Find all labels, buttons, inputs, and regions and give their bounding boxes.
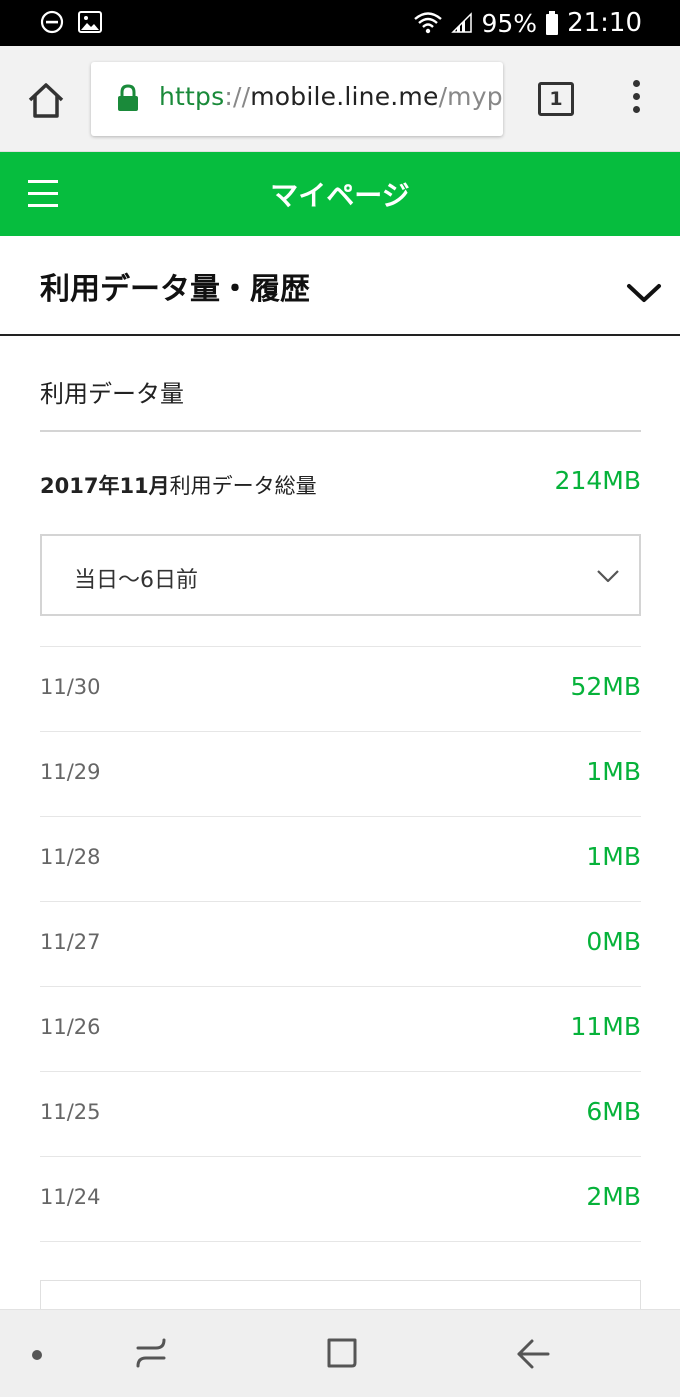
address-bar[interactable]: https://mobile.line.me/myp (91, 62, 503, 136)
range-select[interactable]: 当日〜6日前 (40, 534, 641, 616)
row-value: 0MB (586, 927, 641, 956)
divider (40, 430, 641, 432)
url-host: mobile.line.me (250, 82, 439, 111)
chevron-down-icon[interactable] (626, 282, 662, 304)
url-separator: :// (224, 82, 251, 111)
home-nav-icon[interactable] (326, 1337, 358, 1369)
wifi-icon (414, 12, 443, 34)
url-path: /myp (438, 82, 503, 111)
section-title: 利用データ量・履歴 (40, 272, 310, 307)
row-value: 1MB (586, 757, 641, 786)
row-date: 11/26 (40, 1015, 101, 1039)
row-date: 11/27 (40, 930, 101, 954)
table-row: 11/30 52MB (40, 647, 641, 732)
total-value: 214MB (554, 466, 641, 495)
status-left-icons (40, 10, 102, 34)
subsection-title: 利用データ量 (40, 380, 184, 408)
total-usage-row: 2017年11月利用データ総量 214MB (40, 466, 641, 500)
row-date: 11/30 (40, 675, 101, 699)
table-row: 11/28 1MB (40, 817, 641, 902)
table-row: 11/25 6MB (40, 1072, 641, 1157)
total-month: 2017年11月 (40, 474, 170, 498)
image-icon (78, 11, 102, 33)
total-label-text: 利用データ総量 (169, 474, 317, 498)
home-icon[interactable] (24, 78, 68, 122)
tab-count: 1 (549, 88, 563, 110)
app-header: マイページ (0, 152, 680, 236)
daily-usage-list: 11/30 52MB 11/29 1MB 11/28 1MB 11/27 0MB… (40, 646, 641, 1242)
table-row: 11/27 0MB (40, 902, 641, 987)
system-nav-bar (0, 1309, 680, 1397)
range-select-value: 当日〜6日前 (74, 568, 198, 593)
nav-dot-icon[interactable] (32, 1350, 42, 1360)
row-date: 11/29 (40, 760, 101, 784)
battery-percent: 95% (481, 8, 538, 38)
row-value: 2MB (586, 1182, 641, 1211)
signal-icon (451, 12, 473, 33)
lock-icon (118, 84, 138, 111)
overflow-menu-icon[interactable] (630, 80, 642, 120)
do-not-disturb-icon (40, 10, 64, 34)
battery-icon (546, 11, 559, 35)
recent-apps-icon[interactable] (134, 1336, 168, 1370)
section-header[interactable]: 利用データ量・履歴 (0, 236, 680, 336)
clock: 21:10 (567, 8, 642, 38)
row-date: 11/24 (40, 1185, 101, 1209)
url-text: https://mobile.line.me/myp (159, 82, 503, 111)
row-value: 6MB (586, 1097, 641, 1126)
total-label: 2017年11月利用データ総量 (40, 470, 317, 500)
status-right: 95% 21:10 (413, 8, 642, 38)
browser-toolbar: https://mobile.line.me/myp 1 (0, 46, 680, 152)
table-row: 11/29 1MB (40, 732, 641, 817)
table-row: 11/26 11MB (40, 987, 641, 1072)
row-value: 1MB (586, 842, 641, 871)
row-date: 11/25 (40, 1100, 101, 1124)
status-bar: 95% 21:10 (0, 0, 680, 46)
row-value: 52MB (570, 672, 641, 701)
url-scheme: https (159, 82, 225, 111)
page-title: マイページ (270, 179, 410, 212)
row-date: 11/28 (40, 845, 101, 869)
back-icon[interactable] (516, 1338, 550, 1370)
tabs-icon[interactable]: 1 (538, 82, 574, 116)
table-row: 11/24 2MB (40, 1157, 641, 1242)
row-value: 11MB (570, 1012, 641, 1041)
chevron-down-icon (597, 570, 619, 583)
